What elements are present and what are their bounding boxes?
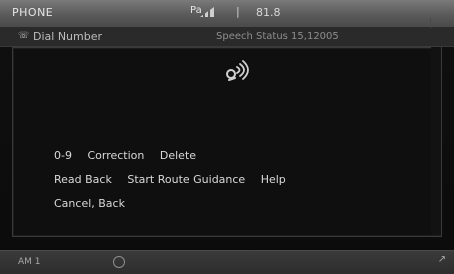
- bottom-mode-label: AM 1: [18, 257, 41, 267]
- right-scroll-area: [431, 47, 441, 235]
- voice-recognition-icon: [226, 60, 249, 81]
- header-status-text: Speech Status 15,12005: [216, 31, 339, 42]
- voice-command-panel: 0-9 Correction Delete Read Back Start Ro…: [12, 47, 442, 237]
- signal-label: Pa: [190, 5, 202, 16]
- command-help: Help: [260, 173, 286, 186]
- status-bar: PHONE Pa | 81.8: [0, 0, 454, 28]
- command-read-back: Read Back: [54, 173, 112, 186]
- command-correction: Correction: [87, 149, 145, 162]
- command-delete: Delete: [159, 149, 197, 162]
- command-line-2: Read Back Start Route Guidance Help: [54, 173, 298, 186]
- status-clock: 81.8: [256, 6, 281, 19]
- circle-icon: [113, 256, 125, 268]
- header-row: ☏ Dial Number Speech Status 15,12005: [0, 28, 454, 47]
- header-divider: [430, 18, 431, 28]
- header-label: Dial Number: [33, 30, 103, 43]
- command-line-1: 0-9 Correction Delete: [54, 149, 208, 162]
- infotainment-screen: PHONE Pa | 81.8 ☏ Dial Number Speech Sta…: [0, 0, 454, 274]
- command-start-route-guidance: Start Route Guidance: [127, 173, 246, 186]
- command-digits: 0-9: [54, 149, 72, 162]
- command-line-3: Cancel, Back: [54, 197, 125, 210]
- signal-bars-icon: [200, 7, 214, 17]
- corner-arrow-icon: ↗: [437, 254, 447, 265]
- signal-indicator: Pa: [190, 5, 216, 19]
- status-separator: |: [236, 5, 240, 18]
- bottom-bar: AM 1 ↗: [0, 250, 454, 274]
- phone-icon: ☏: [18, 31, 30, 41]
- status-title: PHONE: [12, 6, 54, 19]
